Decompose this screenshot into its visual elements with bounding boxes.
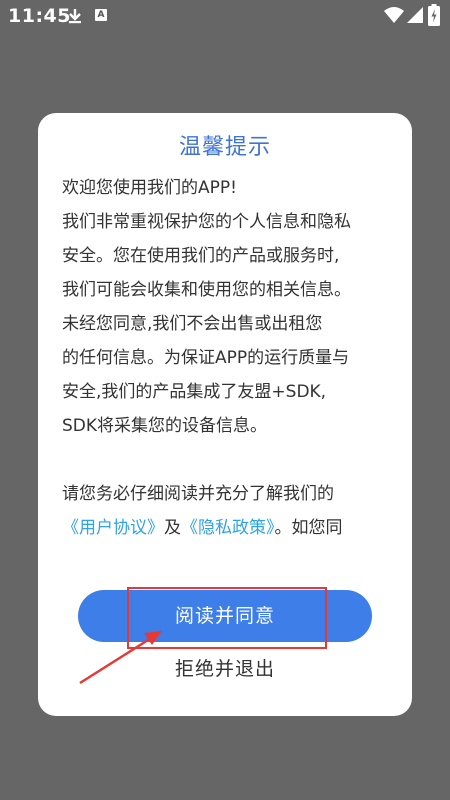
a-badge-icon: A — [95, 9, 107, 21]
dialog-title: 温馨提示 — [178, 135, 271, 160]
dialog-body: 欢迎您使用我们的APP! 我们非常重视保护您的个人信息和隐私 安全。您在使用我们… — [62, 171, 396, 545]
body-line: 安全。您在使用我们的产品或服务时, — [62, 246, 340, 266]
status-bar: 11:45 A — [0, 0, 450, 32]
body-line: 未经您同意,我们不会出售或出租您 — [62, 314, 323, 334]
body-line: 我们非常重视保护您的个人信息和隐私 — [62, 212, 351, 232]
read-prompt: 请您务必仔细阅读并充分了解我们的 — [62, 484, 334, 504]
privacy-policy-link[interactable]: 《隐私政策》 — [181, 518, 275, 538]
reject-exit-button[interactable]: 拒绝并退出 — [38, 654, 412, 681]
signal-icon — [407, 7, 423, 23]
body-line: 我们可能会收集和使用您的相关信息。 — [62, 280, 351, 300]
body-line: 欢迎您使用我们的APP! — [62, 178, 237, 198]
body-line: 安全,我们的产品集成了友盟+SDK, — [62, 382, 327, 402]
links-line: 《用户协议》及《隐私政策》。如您同 — [62, 511, 396, 545]
body-line: 的任何信息。为保证APP的运行质量与 — [62, 348, 350, 368]
user-agreement-link[interactable]: 《用户协议》 — [62, 518, 164, 538]
battery-icon — [428, 4, 440, 26]
body-line: SDK将采集您的设备信息。 — [62, 416, 268, 436]
annotation-highlight-box — [127, 587, 327, 649]
trailing-text: 。如您同 — [274, 518, 343, 538]
and-text: 及 — [164, 518, 181, 538]
privacy-dialog: 温馨提示 欢迎您使用我们的APP! 我们非常重视保护您的个人信息和隐私 安全。您… — [38, 113, 412, 716]
wifi-icon — [384, 7, 404, 23]
status-time: 11:45 — [8, 5, 71, 27]
download-icon — [69, 9, 81, 24]
